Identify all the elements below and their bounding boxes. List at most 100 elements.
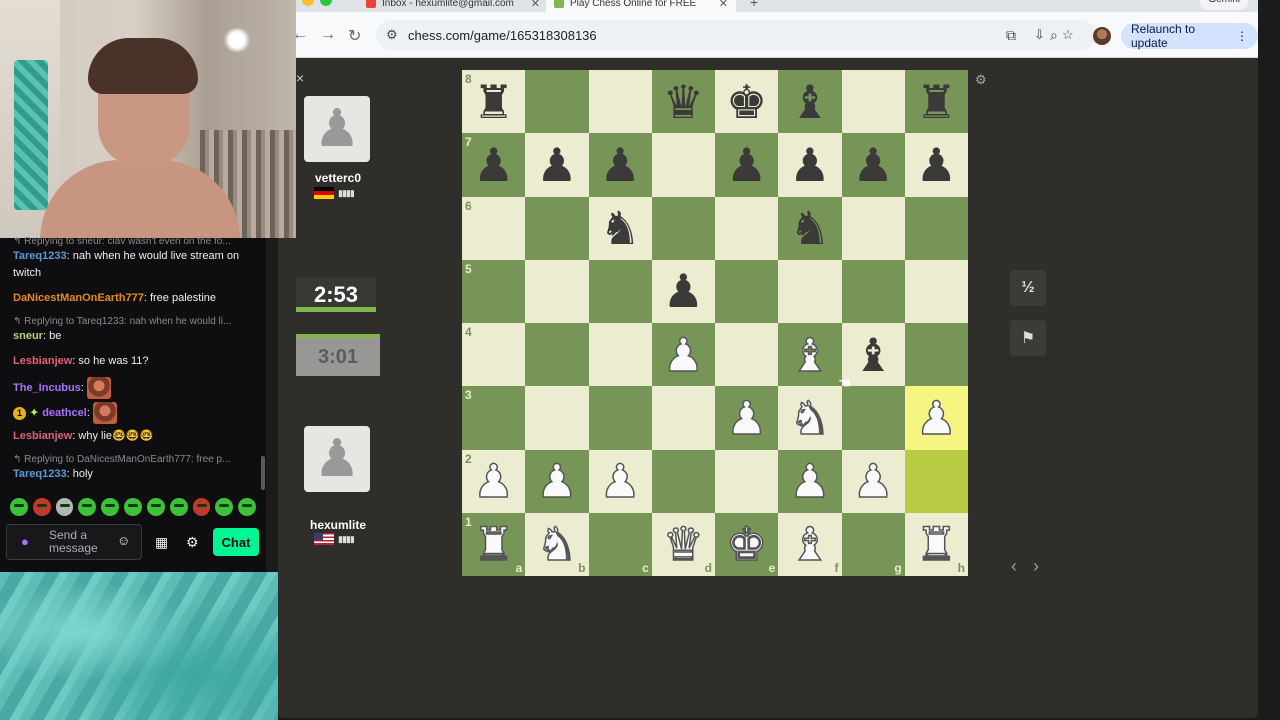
square-e4[interactable] bbox=[715, 323, 779, 387]
emote-icon[interactable] bbox=[78, 498, 97, 516]
square-b1[interactable]: b ♞ bbox=[525, 512, 589, 576]
site-info-icon[interactable]: ⚙ bbox=[386, 27, 398, 43]
close-icon[interactable]: ✕ bbox=[531, 0, 540, 10]
emote-icon[interactable] bbox=[215, 498, 234, 516]
store-icon[interactable]: ▦ bbox=[155, 534, 168, 551]
white-queen-piece[interactable]: ♛ bbox=[662, 521, 705, 569]
white-pawn-piece[interactable]: ♟ bbox=[788, 457, 831, 505]
relaunch-button[interactable]: Relaunch to update ⋮ bbox=[1121, 22, 1258, 50]
square-e7[interactable]: ♟ bbox=[715, 133, 779, 197]
square-d2[interactable] bbox=[651, 449, 715, 513]
square-g1[interactable]: g bbox=[841, 512, 905, 576]
square-b7[interactable]: ♟ bbox=[525, 133, 589, 197]
square-g5[interactable] bbox=[841, 259, 905, 323]
previous-move-icon[interactable]: ‹ bbox=[1011, 556, 1017, 577]
white-pawn-piece[interactable]: ♟ bbox=[725, 394, 768, 442]
gemini-button[interactable]: Gemini bbox=[1200, 0, 1248, 10]
profile-avatar[interactable] bbox=[1093, 27, 1111, 45]
square-f5[interactable] bbox=[778, 259, 842, 323]
address-bar[interactable]: ⚙ chess.com/game/165318308136 ⇩ ☆ bbox=[376, 20, 1096, 50]
square-b3[interactable] bbox=[525, 386, 589, 450]
square-d4[interactable]: ♟ bbox=[651, 323, 715, 387]
square-e8[interactable]: ♚ bbox=[715, 70, 779, 134]
emote-icon[interactable] bbox=[55, 498, 74, 516]
square-f7[interactable]: ♟ bbox=[778, 133, 842, 197]
white-rook-piece[interactable]: ♜ bbox=[915, 521, 958, 569]
bookmark-star-icon[interactable]: ☆ bbox=[1062, 27, 1074, 43]
square-b8[interactable] bbox=[525, 70, 589, 134]
bottom-player-avatar[interactable]: ♟ bbox=[304, 426, 370, 492]
square-a3[interactable]: 3 bbox=[462, 386, 526, 450]
square-g7[interactable]: ♟ bbox=[841, 133, 905, 197]
tab-search-icon[interactable]: ⌕ bbox=[1050, 27, 1058, 44]
square-d5[interactable]: ♟ bbox=[651, 259, 715, 323]
square-g8[interactable] bbox=[841, 70, 905, 134]
square-f1[interactable]: f ♝ bbox=[778, 512, 842, 576]
white-pawn-piece[interactable]: ♟ bbox=[535, 457, 578, 505]
chat-username[interactable]: Lesbianjew bbox=[13, 430, 72, 442]
black-knight-piece[interactable]: ♞ bbox=[600, 205, 641, 251]
emote-icon[interactable] bbox=[10, 498, 28, 516]
square-h2[interactable] bbox=[904, 449, 968, 513]
square-e1[interactable]: e ♚ bbox=[715, 512, 779, 576]
square-c8[interactable] bbox=[588, 70, 652, 134]
next-move-icon[interactable]: › bbox=[1033, 556, 1039, 577]
square-f3[interactable]: ♞ bbox=[778, 386, 842, 450]
square-c7[interactable]: ♟ bbox=[588, 133, 652, 197]
black-rook-piece[interactable]: ♜ bbox=[473, 79, 514, 125]
square-e3[interactable]: ♟ bbox=[715, 386, 779, 450]
white-knight-piece[interactable]: ♞ bbox=[788, 394, 831, 442]
offer-draw-button[interactable]: ½ bbox=[1010, 270, 1046, 306]
black-king-piece[interactable]: ♚ bbox=[726, 79, 767, 125]
square-h4[interactable] bbox=[904, 323, 968, 387]
square-g3[interactable] bbox=[841, 386, 905, 450]
square-a2[interactable]: 2 ♟ bbox=[462, 449, 526, 513]
forward-arrow-icon[interactable]: → bbox=[320, 26, 336, 44]
white-pawn-piece[interactable]: ♟ bbox=[472, 457, 515, 505]
square-f8[interactable]: ♝ bbox=[778, 70, 842, 134]
black-knight-piece[interactable]: ♞ bbox=[789, 205, 830, 251]
square-c6[interactable]: ♞ bbox=[588, 196, 652, 260]
chat-username[interactable]: Lesbianjew bbox=[13, 355, 72, 367]
black-pawn-piece[interactable]: ♟ bbox=[853, 142, 894, 188]
square-e5[interactable] bbox=[715, 259, 779, 323]
square-g6[interactable] bbox=[841, 196, 905, 260]
close-icon[interactable]: ✕ bbox=[719, 0, 728, 10]
board-settings-gear-icon[interactable]: ⚙ bbox=[975, 72, 987, 88]
chat-username[interactable]: sneur bbox=[13, 330, 43, 342]
square-a4[interactable]: 4 bbox=[462, 323, 526, 387]
square-h7[interactable]: ♟ bbox=[904, 133, 968, 197]
square-h5[interactable] bbox=[904, 259, 968, 323]
black-pawn-piece[interactable]: ♟ bbox=[916, 142, 957, 188]
square-d7[interactable] bbox=[651, 133, 715, 197]
white-rook-piece[interactable]: ♜ bbox=[472, 521, 515, 569]
white-king-piece[interactable]: ♚ bbox=[725, 521, 768, 569]
square-a5[interactable]: 5 bbox=[462, 259, 526, 323]
emote-icon[interactable] bbox=[192, 498, 211, 516]
square-d3[interactable] bbox=[651, 386, 715, 450]
black-pawn-piece[interactable]: ♟ bbox=[536, 142, 577, 188]
chat-settings-gear-icon[interactable]: ⚙ bbox=[186, 534, 199, 551]
black-pawn-piece[interactable]: ♟ bbox=[663, 268, 704, 314]
close-icon[interactable]: × bbox=[296, 70, 304, 86]
square-e6[interactable] bbox=[715, 196, 779, 260]
black-queen-piece[interactable]: ♛ bbox=[663, 79, 704, 125]
top-player-name[interactable]: vetterc0 bbox=[296, 171, 380, 185]
square-d6[interactable] bbox=[651, 196, 715, 260]
chat-input[interactable]: ● Send a message ☺ bbox=[6, 524, 142, 560]
square-c5[interactable] bbox=[588, 259, 652, 323]
white-pawn-piece[interactable]: ♟ bbox=[599, 457, 642, 505]
black-rook-piece[interactable]: ♜ bbox=[916, 79, 957, 125]
black-bishop-piece[interactable]: ♝ bbox=[789, 79, 830, 125]
black-bishop-piece[interactable]: ♝ bbox=[853, 332, 894, 378]
square-b4[interactable] bbox=[525, 323, 589, 387]
square-a7[interactable]: 7 ♟ bbox=[462, 133, 526, 197]
square-h1[interactable]: h ♜ bbox=[904, 512, 968, 576]
white-bishop-piece[interactable]: ♝ bbox=[788, 331, 831, 379]
white-bishop-piece[interactable]: ♝ bbox=[788, 521, 831, 569]
chat-username[interactable]: Tareq1233 bbox=[13, 250, 67, 262]
black-pawn-piece[interactable]: ♟ bbox=[726, 142, 767, 188]
square-f4[interactable]: ♝ bbox=[778, 323, 842, 387]
resign-flag-icon[interactable]: ⚑ bbox=[1010, 320, 1046, 356]
square-a6[interactable]: 6 bbox=[462, 196, 526, 260]
